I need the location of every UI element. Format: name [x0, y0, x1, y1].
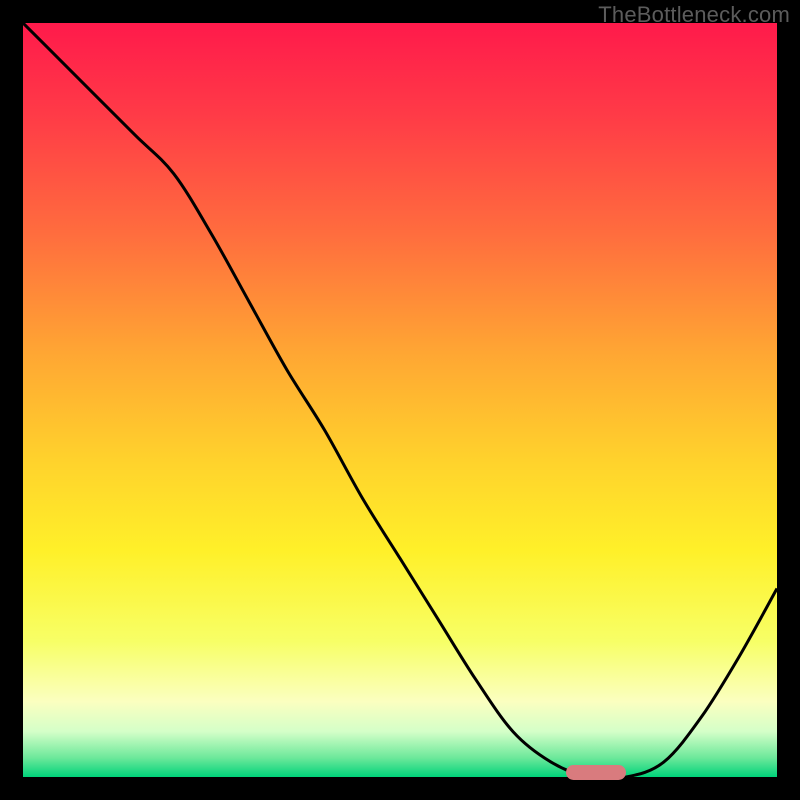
bottleneck-chart [23, 23, 777, 777]
watermark-text: TheBottleneck.com [598, 2, 790, 28]
optimal-range-marker [566, 765, 626, 780]
plot-frame [23, 23, 777, 777]
